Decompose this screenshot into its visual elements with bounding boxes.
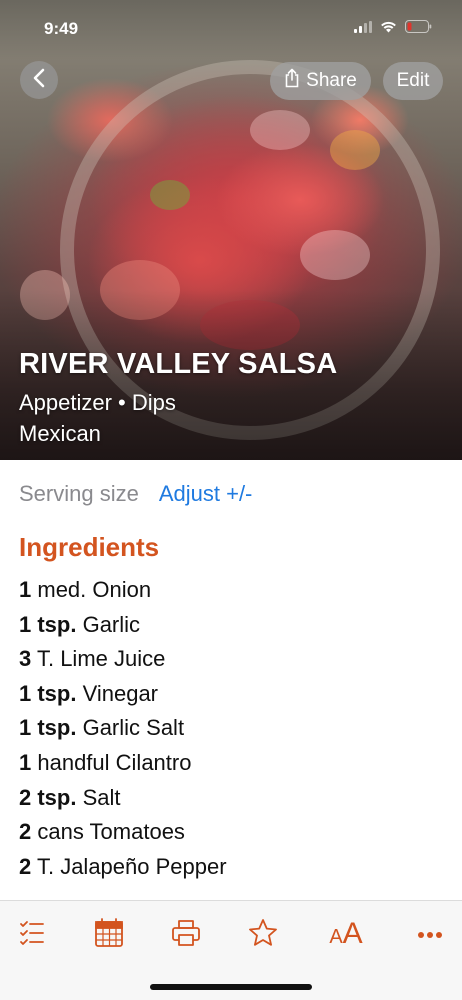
more-icon [417,926,443,944]
ingredient-text: T. Jalapeño Pepper [31,853,227,879]
edit-label: Edit [396,70,430,91]
home-indicator[interactable] [150,984,312,990]
share-button[interactable]: Share [270,62,371,100]
ingredient-text: Vinegar [76,680,159,706]
ingredient-qty: 1 tsp. [19,715,77,741]
status-bar: 9:49 [0,0,462,52]
font-size-icon: AA [329,916,363,953]
ingredient-item: 1 tsp. Garlic [19,608,227,643]
serving-size-row: Serving size Adjust +/- [19,481,252,507]
ingredient-item: 1 med. Onion [19,573,227,608]
ingredient-list: 1 med. Onion 1 tsp. Garlic 3 T. Lime Jui… [19,573,227,884]
wifi-icon [380,20,397,38]
ingredient-item: 1 handful Cilantro [19,746,227,781]
ingredient-qty: 1 tsp. [19,611,77,637]
ingredient-text: Garlic [76,611,141,637]
favorite-button[interactable] [247,918,279,953]
ingredient-item: 2 tsp. Salt [19,781,227,816]
print-icon [171,919,201,952]
ingredient-qty: 1 [19,749,32,775]
share-icon [284,68,300,94]
ingredients-heading: Ingredients [19,532,160,562]
ingredient-qty: 2 [19,853,32,879]
checklist-icon [18,919,46,952]
ingredient-qty: 3 [19,646,32,672]
ingredient-item: 3 T. Lime Juice [19,642,227,677]
signal-icon [354,20,372,38]
calendar-icon [94,917,124,953]
ingredient-qty: 1 tsp. [19,680,77,706]
ingredient-item: 1 tsp. Garlic Salt [19,711,227,746]
share-label: Share [306,70,357,91]
ingredient-text: Salt [76,784,121,810]
more-button[interactable] [414,919,446,951]
recipe-categories: Appetizer • Dips [19,390,176,415]
font-size-button[interactable]: AA [324,916,368,953]
serving-size-label: Serving size [19,481,139,506]
ingredient-text: cans Tomatoes [31,819,185,845]
ingredient-qty: 2 [19,819,32,845]
star-icon [248,918,278,953]
back-button[interactable] [20,61,58,99]
edit-button[interactable]: Edit [383,62,443,100]
status-time: 9:49 [44,19,79,38]
ingredient-text: handful Cilantro [31,749,192,775]
ingredient-text: T. Lime Juice [31,646,166,672]
ingredient-text: med. Onion [31,577,152,602]
recipe-title: RIVER VALLEY SALSA [19,348,338,380]
ingredient-qty: 1 [19,577,32,602]
chevron-left-icon [32,68,46,93]
ingredient-item: 1 tsp. Vinegar [19,677,227,712]
font-size-label: AA [329,916,363,950]
battery-low-icon [405,20,432,38]
ingredient-qty: 2 tsp. [19,784,77,810]
recipe-cuisine: Mexican [19,421,101,446]
meal-plan-button[interactable] [93,917,125,953]
adjust-serving-button[interactable]: Adjust +/- [159,481,253,507]
print-button[interactable] [170,919,202,951]
ingredient-item: 2 cans Tomatoes [19,815,227,850]
checklist-button[interactable] [16,919,48,951]
ingredient-text: Garlic Salt [76,715,185,741]
ingredient-item: 2 T. Jalapeño Pepper [19,850,227,885]
